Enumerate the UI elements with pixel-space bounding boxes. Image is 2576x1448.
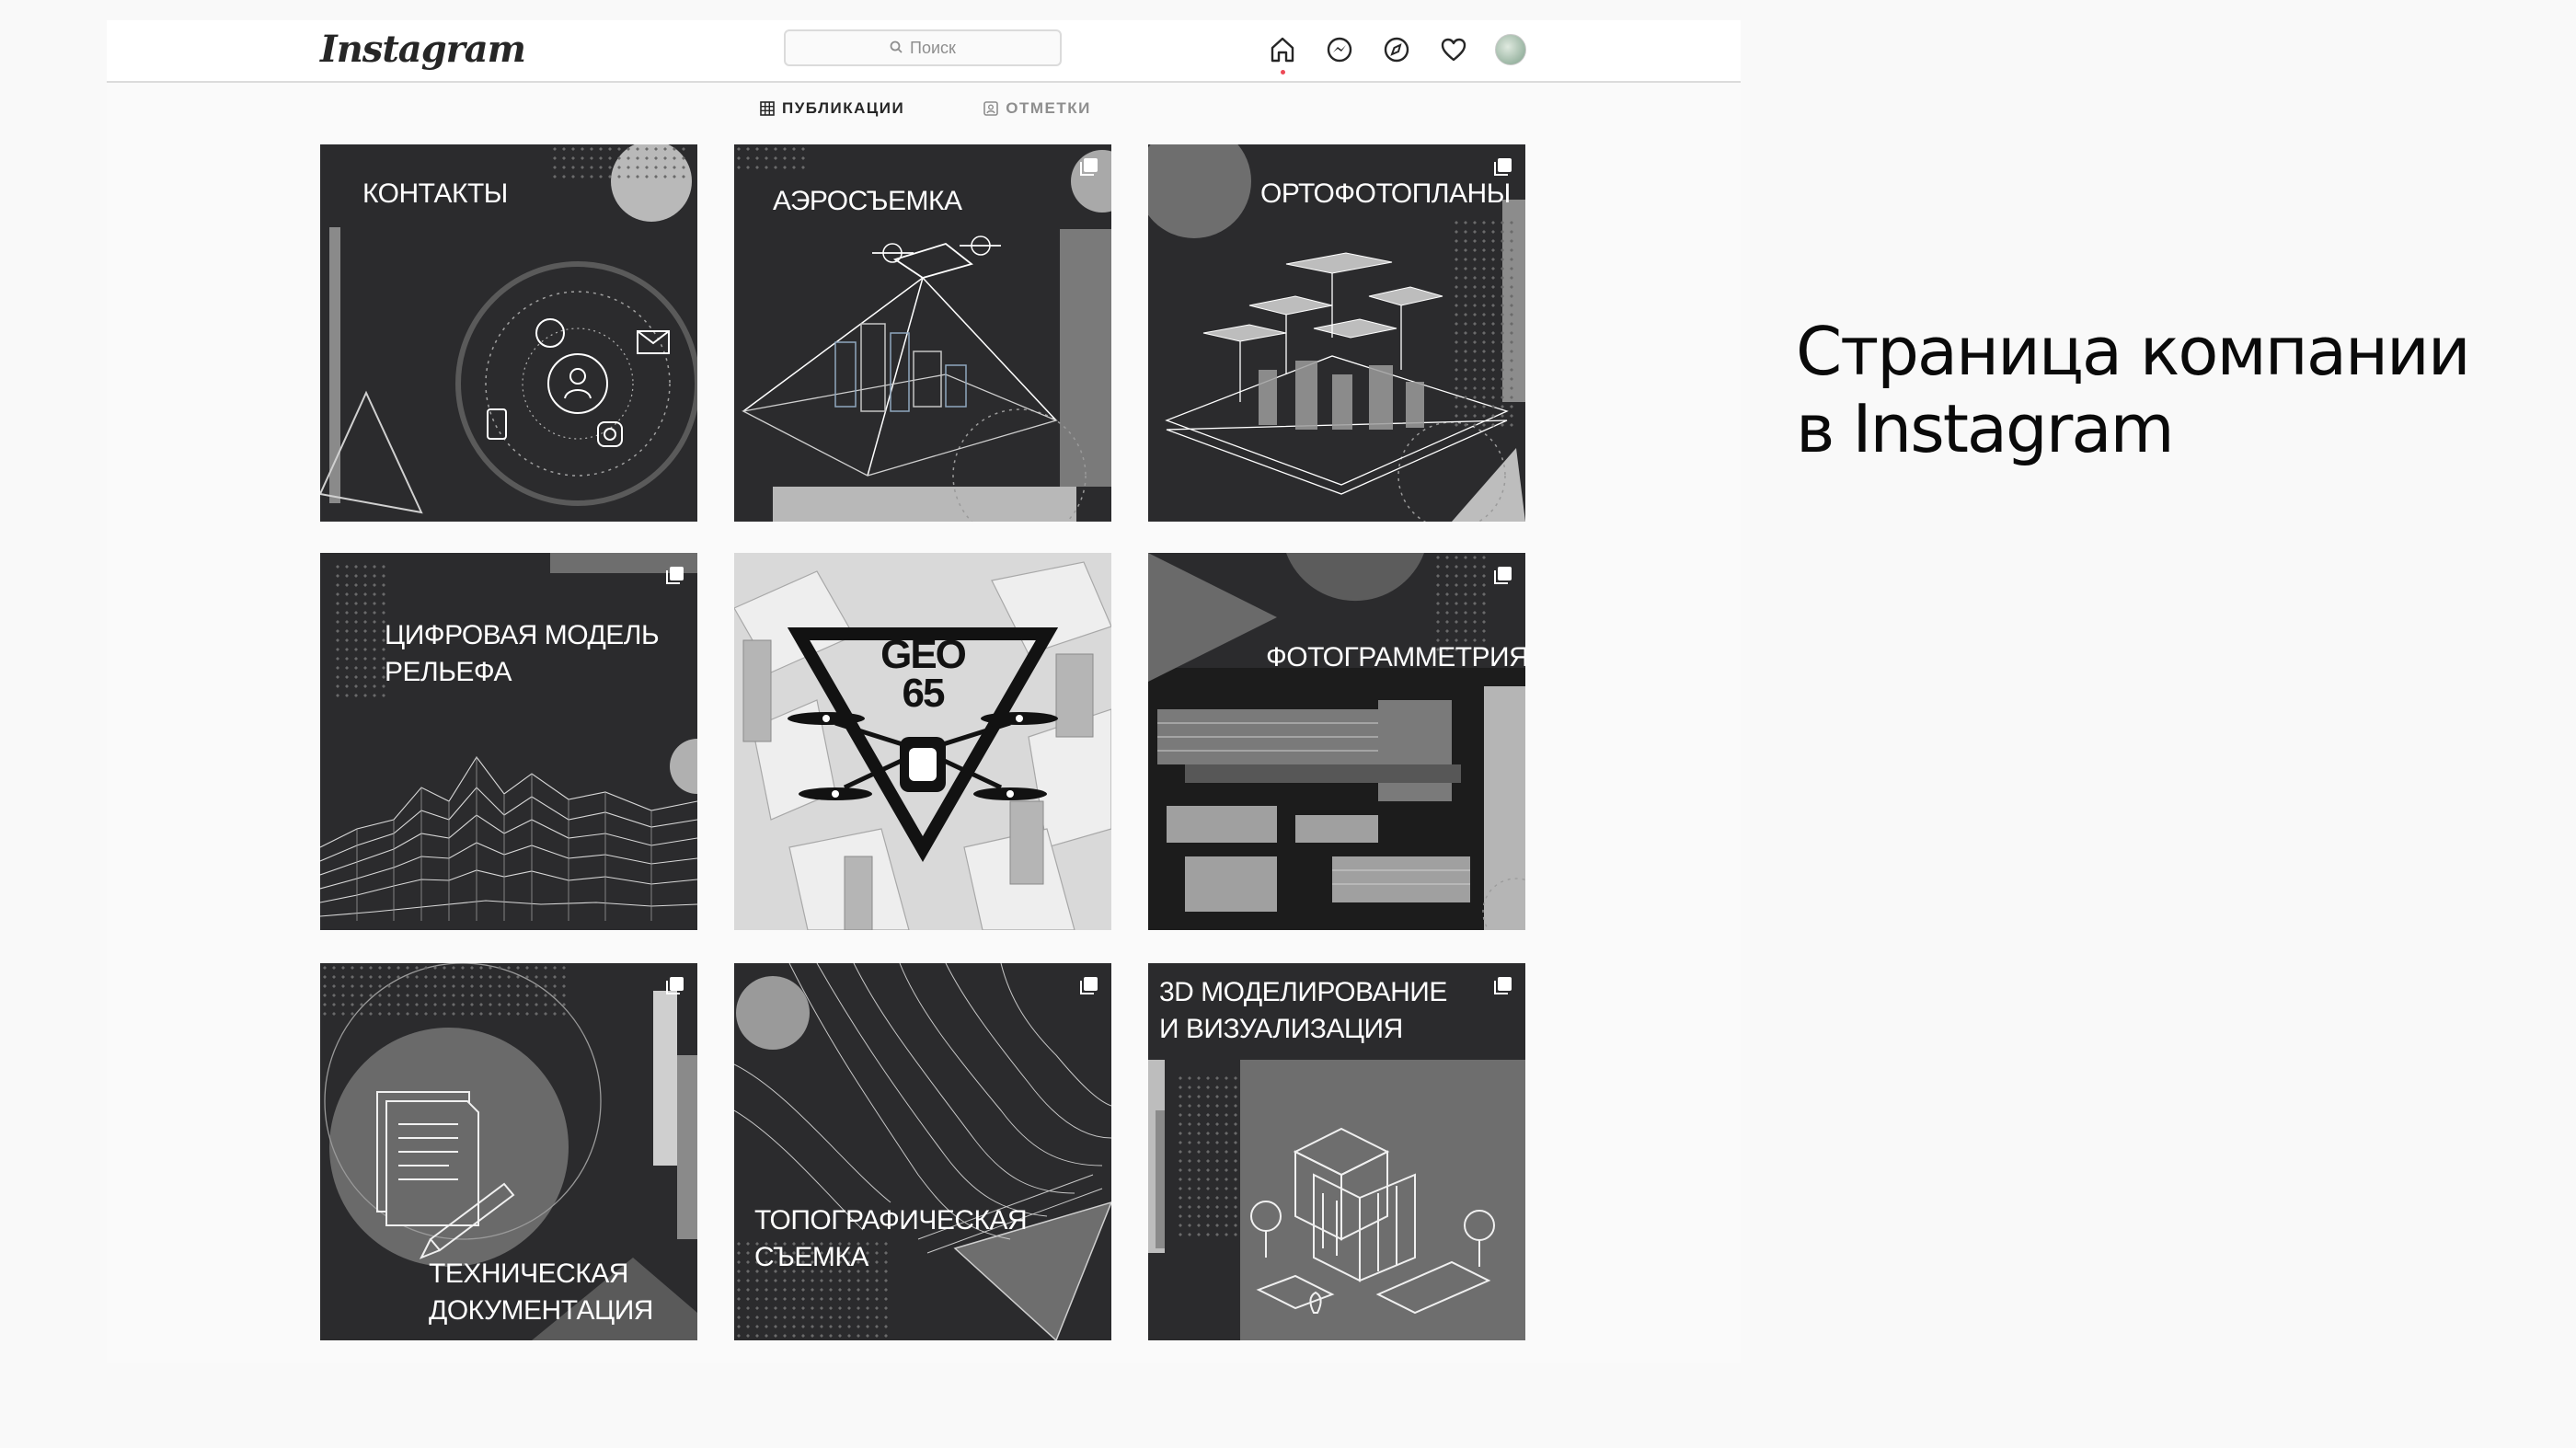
grid-icon [760,101,775,116]
post-label: ТЕХНИЧЕСКАЯ ДОКУМЕНТАЦИЯ [429,1258,653,1326]
messenger-icon[interactable] [1321,31,1358,68]
dot-pattern [1176,1074,1240,1239]
search-icon [890,39,903,58]
post-label: ФОТОГРАММЕТРИЯ [1266,642,1525,672]
dot-pattern [333,562,388,700]
carousel-icon [666,567,684,584]
explore-icon[interactable] [1378,31,1415,68]
carousel-icon [1080,158,1098,176]
post-tile-terrain-model[interactable]: ЦИФРОВАЯ МОДЕЛЬ РЕЛЬЕФА [320,553,697,930]
post-tile-topographic-survey[interactable]: ТОПОГРАФИЧЕСКАЯ СЪЕМКА [734,963,1111,1340]
post-tile-aerial[interactable]: АЭРОСЪЕМКА [734,144,1111,522]
dot-pattern [550,144,688,181]
slide-caption: Страница компании в Instagram [1796,313,2471,467]
home-icon[interactable] [1264,31,1301,75]
heart-icon[interactable] [1435,31,1472,68]
post-label: АЭРОСЪЕМКА [773,186,962,216]
post-tile-3d-modeling[interactable]: 3D МОДЕЛИРОВАНИЕ И ВИЗУАЛИЗАЦИЯ [1148,963,1525,1340]
post-tile-contacts[interactable]: КОНТАКТЫ [320,144,697,522]
profile-tabs: ПУБЛИКАЦИИ ОТМЕТКИ [760,99,1091,118]
dot-pattern [320,963,569,1018]
post-tile-geo65-logo[interactable]: GEO 65 [734,553,1111,930]
carousel-icon [1080,977,1098,994]
carousel-icon [1494,567,1512,584]
profile-avatar[interactable] [1492,31,1529,68]
dot-pattern [734,144,808,172]
top-navigation-bar: Instagram Поиск [107,20,1741,83]
tab-label: ОТМЕТКИ [1006,99,1091,117]
carousel-icon [1494,158,1512,176]
post-label: КОНТАКТЫ [362,178,508,209]
post-label: ОРТОФОТОПЛАНЫ [1260,178,1511,209]
post-label: ЦИФРОВАЯ МОДЕЛЬ РЕЛЬЕФА [385,620,660,687]
post-label: GEO 65 [880,632,967,716]
carousel-icon [1494,977,1512,994]
tagged-icon [983,101,999,116]
dot-pattern [1452,218,1516,430]
nav-icons [1264,31,1529,75]
post-label: ТОПОГРАФИЧЕСКАЯ СЪЕМКА [754,1205,1028,1272]
carousel-icon [666,977,684,994]
post-tile-tech-docs[interactable]: ТЕХНИЧЕСКАЯ ДОКУМЕНТАЦИЯ [320,963,697,1340]
instagram-logo[interactable]: Instagram [320,28,526,71]
search-placeholder: Поиск [910,38,956,57]
search-input[interactable]: Поиск [784,29,1062,66]
post-tile-photogrammetry[interactable]: ФОТОГРАММЕТРИЯ [1148,553,1525,930]
active-indicator-dot [1281,70,1285,75]
post-label: 3D МОДЕЛИРОВАНИЕ И ВИЗУАЛИЗАЦИЯ [1159,977,1447,1044]
avatar [1495,34,1526,65]
post-tile-orthophoto[interactable]: ОРТОФОТОПЛАНЫ [1148,144,1525,522]
tab-tagged[interactable]: ОТМЕТКИ [983,99,1091,118]
tab-label: ПУБЛИКАЦИИ [782,99,905,117]
tab-publications[interactable]: ПУБЛИКАЦИИ [760,99,904,118]
